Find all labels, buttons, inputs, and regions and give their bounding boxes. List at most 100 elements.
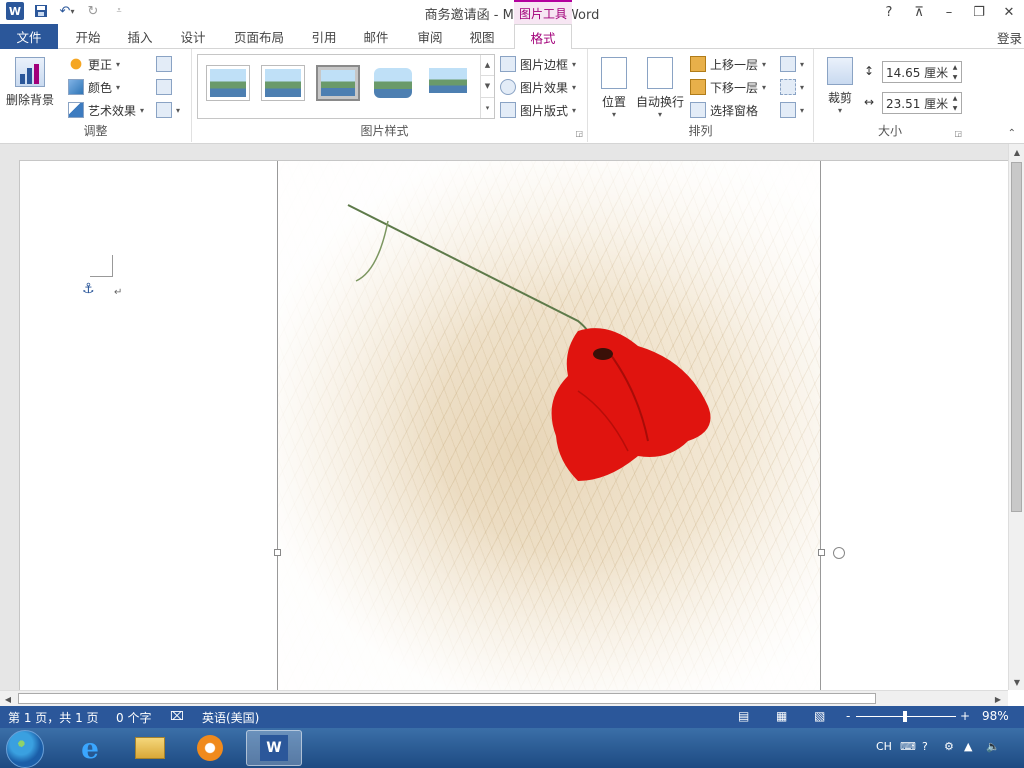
document-page[interactable]: ⚓ ↵ bbox=[19, 160, 1008, 690]
picture-style-option[interactable] bbox=[426, 65, 470, 101]
send-backward-button[interactable]: 下移一层 ▾ bbox=[690, 77, 766, 97]
corrections-button[interactable]: 更正 ▾ bbox=[68, 54, 120, 74]
shape-height-field[interactable]: 14.65 厘米 ▲ ▼ bbox=[882, 61, 962, 83]
height-up-icon[interactable]: ▲ bbox=[949, 62, 961, 72]
restore-button[interactable]: ❐ bbox=[964, 0, 994, 24]
wrap-text-button[interactable]: 自动换行 ▾ bbox=[634, 57, 686, 119]
crop-button[interactable]: 裁剪 ▾ bbox=[822, 57, 858, 115]
picture-border-icon bbox=[500, 56, 516, 72]
sign-in-link[interactable]: 登录 bbox=[997, 28, 1022, 47]
close-button[interactable]: ✕ bbox=[994, 0, 1024, 24]
redo-icon[interactable]: ↻ bbox=[84, 2, 102, 20]
resize-handle-right[interactable] bbox=[818, 549, 825, 556]
selection-pane-button[interactable]: 选择窗格 bbox=[690, 100, 758, 120]
height-down-icon[interactable]: ▼ bbox=[949, 72, 961, 82]
picture-border-button[interactable]: 图片边框 ▾ bbox=[500, 54, 576, 74]
status-bar: 第 1 页，共 1 页 0 个字 ⌧ 英语(美国) ▤ ▦ ▧ - + 98% bbox=[0, 706, 1024, 728]
ribbon-display-options-button[interactable]: ⊼ bbox=[904, 0, 934, 24]
tab-file[interactable]: 文件 bbox=[0, 24, 58, 49]
file-explorer-icon[interactable] bbox=[122, 730, 178, 766]
proofing-icon[interactable]: ⌧ bbox=[170, 709, 184, 723]
tab-insert[interactable]: 插入 bbox=[118, 24, 162, 49]
scroll-down-arrow-icon[interactable]: ▼ bbox=[1009, 674, 1024, 690]
position-button[interactable]: 位置 ▾ bbox=[596, 57, 632, 119]
reset-picture-button[interactable]: ▾ bbox=[156, 100, 180, 120]
artistic-effects-button[interactable]: 艺术效果 ▾ bbox=[68, 100, 144, 120]
horizontal-scrollbar[interactable]: ◀ ▶ bbox=[0, 690, 1008, 706]
group-objects-button[interactable]: ▾ bbox=[780, 77, 804, 97]
change-picture-button[interactable] bbox=[156, 77, 172, 97]
input-language[interactable]: CH bbox=[876, 740, 892, 753]
show-hidden-icons-icon[interactable]: ▲ bbox=[964, 740, 972, 753]
scroll-right-arrow-icon[interactable]: ▶ bbox=[990, 691, 1006, 707]
media-player-icon[interactable] bbox=[182, 730, 238, 766]
tab-review[interactable]: 审阅 bbox=[408, 24, 452, 49]
width-down-icon[interactable]: ▼ bbox=[949, 103, 961, 113]
picture-style-option[interactable] bbox=[371, 65, 415, 101]
picture-styles-dialog-launcher-icon[interactable]: ◲ bbox=[575, 129, 583, 138]
page-count[interactable]: 第 1 页，共 1 页 bbox=[8, 709, 99, 726]
gallery-more-icon[interactable]: ▾ bbox=[481, 98, 494, 118]
selected-picture[interactable] bbox=[277, 161, 821, 690]
margin-corner-mark bbox=[90, 255, 113, 277]
horizontal-scroll-thumb[interactable] bbox=[18, 693, 876, 704]
word-logo-icon[interactable]: W bbox=[6, 2, 24, 20]
picture-style-option-selected[interactable] bbox=[316, 65, 360, 101]
read-mode-icon[interactable]: ▤ bbox=[738, 709, 749, 723]
picture-layout-button[interactable]: 图片版式 ▾ bbox=[500, 100, 576, 120]
group-size: 裁剪 ▾ ↕ 14.65 厘米 ▲ ▼ ↔ 23.51 厘米 ▲ ▼ 大小 ◲ bbox=[814, 49, 966, 142]
color-button[interactable]: 颜色 ▾ bbox=[68, 77, 120, 97]
bring-forward-button[interactable]: 上移一层 ▾ bbox=[690, 54, 766, 74]
tray-settings-icon[interactable]: ⚙ bbox=[944, 740, 954, 753]
width-up-icon[interactable]: ▲ bbox=[949, 93, 961, 103]
help-button[interactable]: ? bbox=[874, 0, 904, 24]
gallery-down-arrow-icon[interactable]: ▼ bbox=[481, 76, 494, 98]
shape-height-value: 14.65 厘米 bbox=[886, 65, 949, 80]
volume-icon[interactable]: 🔈 bbox=[986, 740, 1000, 753]
picture-style-option[interactable] bbox=[261, 65, 305, 101]
vertical-scroll-thumb[interactable] bbox=[1011, 162, 1022, 512]
size-dialog-launcher-icon[interactable]: ◲ bbox=[954, 129, 962, 138]
remove-background-button[interactable]: 删除背景 bbox=[4, 57, 56, 108]
tab-design[interactable]: 设计 bbox=[171, 24, 215, 49]
remove-background-icon bbox=[15, 57, 45, 87]
zoom-level[interactable]: 98% bbox=[982, 709, 1009, 723]
compress-pictures-button[interactable] bbox=[156, 54, 172, 74]
collapse-ribbon-icon[interactable]: ⌃ bbox=[1008, 128, 1016, 139]
minimize-button[interactable]: – bbox=[934, 0, 964, 24]
align-button[interactable]: ▾ bbox=[780, 54, 804, 74]
undo-icon[interactable]: ↶ ▾ bbox=[58, 2, 76, 20]
zoom-out-button[interactable]: - bbox=[846, 709, 850, 723]
picture-effects-button[interactable]: 图片效果 ▾ bbox=[500, 77, 576, 97]
tab-home[interactable]: 开始 bbox=[66, 24, 110, 49]
gallery-up-arrow-icon[interactable]: ▲ bbox=[481, 55, 494, 77]
scroll-left-arrow-icon[interactable]: ◀ bbox=[0, 691, 16, 707]
web-layout-icon[interactable]: ▧ bbox=[814, 709, 825, 723]
shape-width-field[interactable]: 23.51 厘米 ▲ ▼ bbox=[882, 92, 962, 114]
zoom-slider-knob[interactable] bbox=[903, 711, 907, 722]
vertical-scrollbar[interactable]: ▲ ▼ bbox=[1008, 144, 1024, 690]
internet-explorer-icon[interactable]: e bbox=[62, 730, 118, 766]
resize-handle-left[interactable] bbox=[274, 549, 281, 556]
rotation-handle-icon[interactable] bbox=[833, 547, 845, 559]
tab-page-layout[interactable]: 页面布局 bbox=[228, 24, 290, 49]
customize-qat-icon[interactable]: ⩡ bbox=[110, 2, 128, 20]
language-indicator[interactable]: 英语(美国) bbox=[202, 709, 259, 726]
tab-format[interactable]: 格式 bbox=[514, 24, 572, 50]
word-count[interactable]: 0 个字 bbox=[116, 709, 151, 726]
word-taskbar-icon[interactable]: W bbox=[246, 730, 302, 766]
scroll-up-arrow-icon[interactable]: ▲ bbox=[1009, 144, 1024, 160]
start-button-icon[interactable] bbox=[6, 730, 44, 768]
keyboard-icon[interactable]: ⌨ bbox=[900, 740, 916, 753]
reset-picture-icon bbox=[156, 102, 172, 118]
rotate-button[interactable]: ▾ bbox=[780, 100, 804, 120]
save-icon[interactable] bbox=[32, 2, 50, 20]
help-tray-icon[interactable]: ? bbox=[922, 740, 928, 753]
zoom-in-button[interactable]: + bbox=[960, 709, 970, 723]
print-layout-icon[interactable]: ▦ bbox=[776, 709, 787, 723]
picture-style-option[interactable] bbox=[206, 65, 250, 101]
tab-mailings[interactable]: 邮件 bbox=[354, 24, 398, 49]
picture-layout-icon bbox=[500, 102, 516, 118]
tab-view[interactable]: 视图 bbox=[460, 24, 504, 49]
tab-references[interactable]: 引用 bbox=[302, 24, 346, 49]
